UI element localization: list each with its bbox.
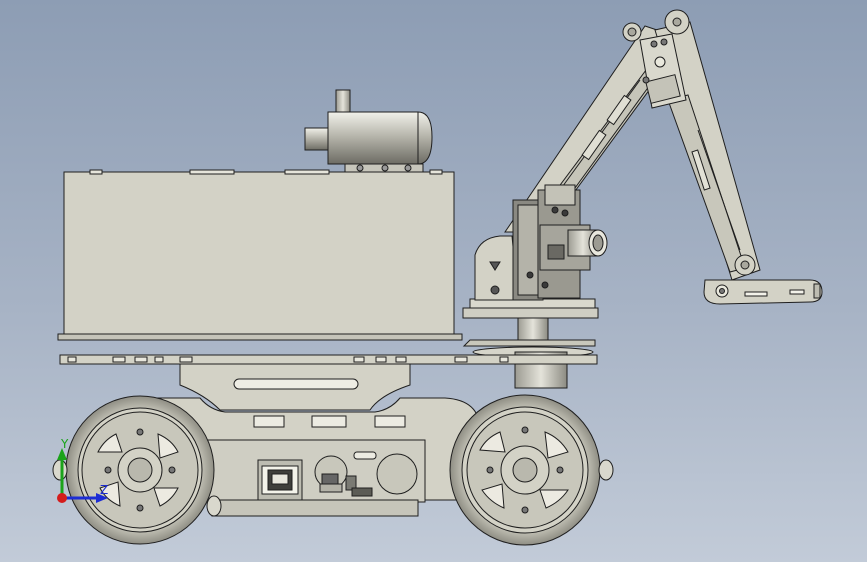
- z-axis-label: Z: [100, 483, 108, 497]
- port-hole-2: [376, 453, 418, 495]
- cad-viewport[interactable]: Y Z: [0, 0, 867, 562]
- robot-model: Y Z: [52, 9, 823, 546]
- top-plate: [59, 354, 598, 365]
- electronics-box: [57, 169, 463, 341]
- top-motor: [304, 89, 433, 173]
- y-axis-label: Y: [60, 437, 69, 451]
- x-axis-dot: [57, 493, 67, 503]
- right-wheel: [449, 394, 614, 546]
- usb-port: [257, 459, 303, 501]
